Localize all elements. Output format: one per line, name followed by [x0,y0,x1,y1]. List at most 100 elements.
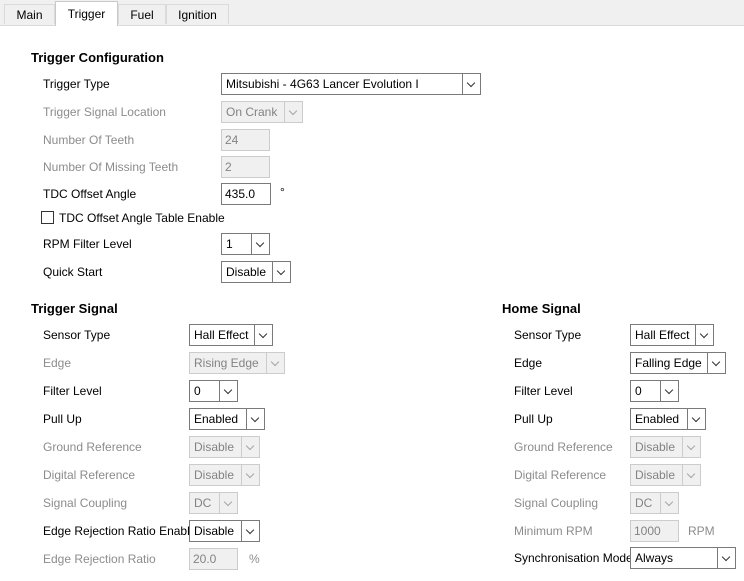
edge-rejection-ratio-unit: % [249,552,260,566]
home-ground-reference-value: Disable [635,440,676,454]
trigger-ground-reference-value: Disable [194,440,235,454]
edge-rejection-enable-label: Edge Rejection Ratio Enable [43,524,197,538]
home-pull-up-select[interactable]: Enabled [630,408,706,430]
trigger-digital-reference-value: Disable [194,468,235,482]
edge-rejection-enable-value: Disable [194,524,235,538]
trigger-signal-title: Trigger Signal [31,301,118,316]
edge-rejection-ratio-label: Edge Rejection Ratio [43,552,156,566]
tab-trigger[interactable]: Trigger [55,1,118,26]
tdc-offset-table-checkbox[interactable] [41,211,54,224]
tab-fuel[interactable]: Fuel [118,4,166,24]
home-signal-coupling-value: DC [635,496,653,510]
trigger-signal-location-value: On Crank [226,105,278,119]
home-edge-label: Edge [514,356,543,370]
tdc-offset-angle-input[interactable]: 435.0 [221,183,271,205]
tdc-offset-table-label: TDC Offset Angle Table Enable [59,211,225,225]
trigger-edge-value: Rising Edge [194,356,259,370]
chevron-down-icon [717,548,735,568]
trigger-digital-reference-select[interactable]: Disable [189,464,260,486]
home-edge-value: Falling Edge [635,356,702,370]
trigger-sensor-type-value: Hall Effect [194,328,249,342]
chevron-down-icon [695,325,713,345]
rpm-filter-level-label: RPM Filter Level [43,237,132,251]
quick-start-label: Quick Start [43,265,103,279]
trigger-signal-location-select[interactable]: On Crank [221,101,303,123]
trigger-pull-up-value: Enabled [194,412,239,426]
chevron-down-icon [682,465,700,485]
trigger-type-select[interactable]: Mitsubishi - 4G63 Lancer Evolution I [221,73,481,95]
number-of-missing-teeth-input[interactable]: 2 [221,156,270,178]
chevron-down-icon [272,262,290,282]
trigger-filter-level-value: 0 [194,384,201,398]
home-filter-level-value: 0 [635,384,642,398]
trigger-signal-coupling-label: Signal Coupling [43,496,128,510]
number-of-missing-teeth-label: Number Of Missing Teeth [43,160,179,174]
chevron-down-icon [251,234,269,254]
synchronisation-mode-label: Synchronisation Mode [514,551,633,565]
home-ground-reference-select[interactable]: Disable [630,436,701,458]
home-sensor-type-select[interactable]: Hall Effect [630,324,714,346]
trigger-edge-select[interactable]: Rising Edge [189,352,285,374]
trigger-config-title: Trigger Configuration [31,50,164,65]
trigger-pull-up-select[interactable]: Enabled [189,408,265,430]
trigger-signal-location-label: Trigger Signal Location [43,105,166,119]
home-sensor-type-value: Hall Effect [635,328,690,342]
home-edge-select[interactable]: Falling Edge [630,352,726,374]
home-filter-level-select[interactable]: 0 [630,380,679,402]
chevron-down-icon [266,353,284,373]
chevron-down-icon [284,102,302,122]
home-pull-up-label: Pull Up [514,412,553,426]
chevron-down-icon [246,409,264,429]
rpm-filter-level-value: 1 [226,237,233,251]
trigger-type-label: Trigger Type [43,77,110,91]
chevron-down-icon [254,325,272,345]
home-ground-reference-label: Ground Reference [514,440,613,454]
chevron-down-icon [682,437,700,457]
trigger-filter-level-select[interactable]: 0 [189,380,238,402]
chevron-down-icon [219,381,237,401]
trigger-signal-coupling-value: DC [194,496,212,510]
trigger-digital-reference-label: Digital Reference [43,468,136,482]
home-digital-reference-label: Digital Reference [514,468,607,482]
home-minimum-rpm-unit: RPM [688,524,715,538]
tab-main[interactable]: Main [4,4,55,24]
edge-rejection-ratio-input[interactable]: 20.0 [189,548,238,570]
home-minimum-rpm-label: Minimum RPM [514,524,593,538]
home-minimum-rpm-input[interactable]: 1000 [630,520,679,542]
trigger-pull-up-label: Pull Up [43,412,82,426]
tab-ignition[interactable]: Ignition [166,4,229,24]
quick-start-value: Disable [226,265,267,279]
number-of-teeth-input[interactable]: 24 [221,129,270,151]
chevron-down-icon [241,437,259,457]
trigger-sensor-type-label: Sensor Type [43,328,111,342]
quick-start-select[interactable]: Disable [221,261,291,283]
home-signal-coupling-select[interactable]: DC [630,492,679,514]
home-digital-reference-value: Disable [635,468,676,482]
trigger-edge-label: Edge [43,356,72,370]
edge-rejection-enable-select[interactable]: Disable [189,520,260,542]
number-of-teeth-label: Number Of Teeth [43,133,135,147]
home-signal-title: Home Signal [502,301,581,316]
home-pull-up-value: Enabled [635,412,680,426]
trigger-ground-reference-select[interactable]: Disable [189,436,260,458]
chevron-down-icon [241,521,259,541]
synchronisation-mode-value: Always [635,551,674,565]
synchronisation-mode-select[interactable]: Always [630,547,736,569]
trigger-filter-level-label: Filter Level [43,384,102,398]
trigger-signal-coupling-select[interactable]: DC [189,492,238,514]
chevron-down-icon [660,381,678,401]
chevron-down-icon [462,74,480,94]
chevron-down-icon [241,465,259,485]
rpm-filter-level-select[interactable]: 1 [221,233,270,255]
home-digital-reference-select[interactable]: Disable [630,464,701,486]
trigger-type-value: Mitsubishi - 4G63 Lancer Evolution I [226,77,419,91]
home-filter-level-label: Filter Level [514,384,573,398]
chevron-down-icon [707,353,725,373]
tdc-offset-angle-label: TDC Offset Angle [43,187,137,201]
trigger-ground-reference-label: Ground Reference [43,440,142,454]
chevron-down-icon [660,493,678,513]
home-signal-coupling-label: Signal Coupling [514,496,599,510]
trigger-sensor-type-select[interactable]: Hall Effect [189,324,273,346]
chevron-down-icon [219,493,237,513]
chevron-down-icon [687,409,705,429]
